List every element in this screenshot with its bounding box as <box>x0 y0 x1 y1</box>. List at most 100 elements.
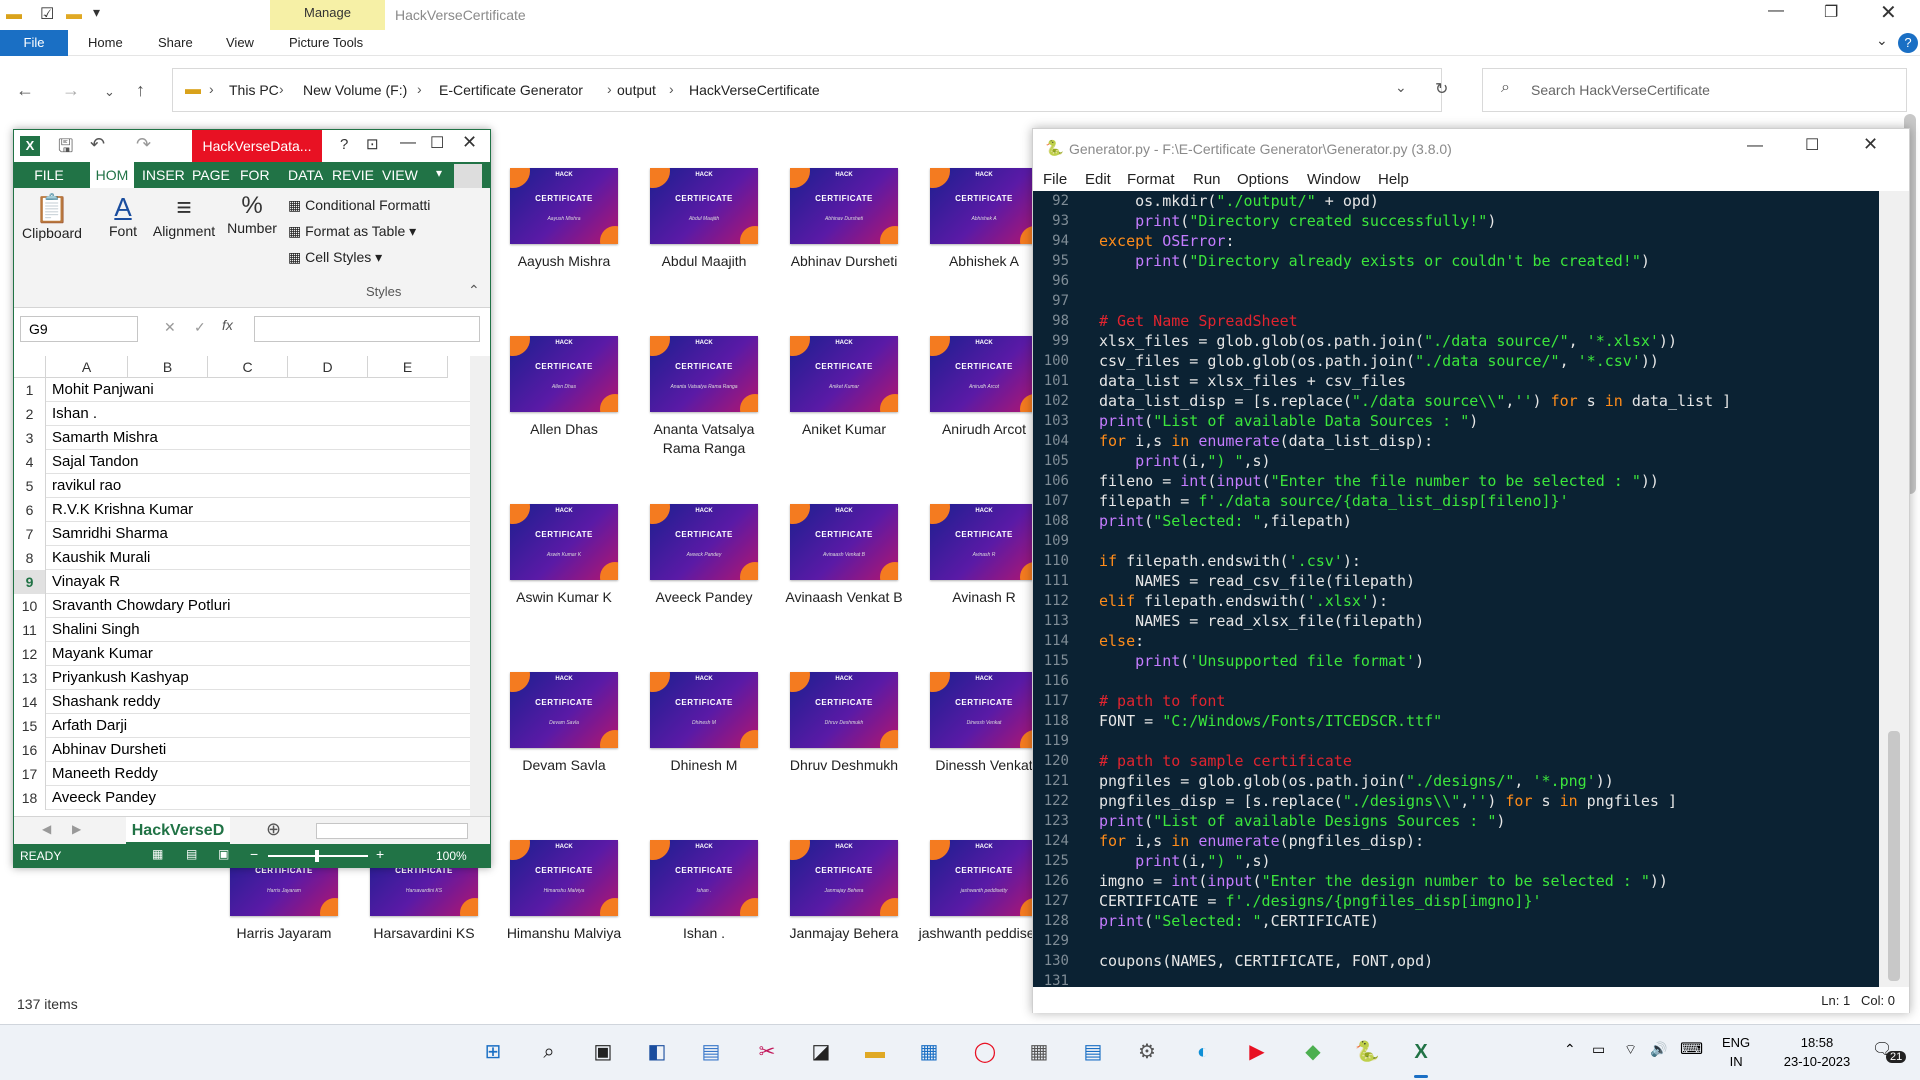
save-icon[interactable]: 🖫 <box>58 134 73 164</box>
scroll-right-icon[interactable]: ▶ <box>72 822 81 836</box>
cell-a[interactable]: Mohit Panjwani <box>52 378 154 402</box>
cell-a[interactable]: Priyankush Kashyap <box>52 666 189 690</box>
formula-input[interactable] <box>254 316 480 342</box>
volume-icon[interactable]: 🔊 <box>1650 1041 1667 1058</box>
file-tile[interactable]: HACK CERTIFICATE Himanshu Malviya Himanshu … <box>494 840 634 943</box>
column-header-b[interactable]: B <box>128 356 208 378</box>
cell-a[interactable]: ravikul rao <box>52 474 121 498</box>
row-number[interactable]: 9 <box>14 570 46 594</box>
tab-page[interactable]: PAGE <box>192 162 230 188</box>
table-row[interactable]: 6 R.V.K Krishna Kumar <box>14 498 470 522</box>
tab-data[interactable]: DATA <box>288 162 323 188</box>
code-scrollbar[interactable] <box>1879 191 1909 987</box>
table-row[interactable]: 17 Maneeth Reddy <box>14 762 470 786</box>
search-icon[interactable]: ⌕ <box>532 1035 566 1069</box>
row-number[interactable]: 8 <box>14 546 46 570</box>
collapse-ribbon-icon[interactable]: ⌃ <box>468 282 480 299</box>
row-number[interactable]: 12 <box>14 642 46 666</box>
store-icon[interactable]: ▦ <box>912 1035 946 1069</box>
row-number[interactable]: 6 <box>14 498 46 522</box>
breadcrumb-current[interactable]: HackVerseCertificate <box>689 82 820 98</box>
maximize-button[interactable]: ☐ <box>430 133 444 153</box>
cell-a[interactable]: Arfath Darji <box>52 714 127 738</box>
wifi-icon[interactable]: ⌔ <box>1624 1041 1637 1059</box>
page-break-icon[interactable]: ▣ <box>218 847 229 861</box>
minimize-button[interactable]: — <box>1768 2 1784 20</box>
vertical-scrollbar[interactable] <box>470 356 490 816</box>
keyboard-icon[interactable]: ⌨ <box>1680 1039 1703 1059</box>
file-tile[interactable]: HACK CERTIFICATE Ananta Vatsalya Rama Rang… <box>634 336 774 458</box>
breadcrumb-volume[interactable]: New Volume (F:) <box>303 82 407 98</box>
refresh-icon[interactable]: ↻ <box>1435 79 1448 99</box>
menu-file[interactable]: File <box>1043 169 1067 191</box>
cell-a[interactable]: Samridhi Sharma <box>52 522 168 546</box>
table-row[interactable]: 15 Arfath Darji <box>14 714 470 738</box>
back-arrow-icon[interactable]: ← <box>16 80 34 101</box>
row-number[interactable]: 7 <box>14 522 46 546</box>
cell-a[interactable]: Abhinav Dursheti <box>52 738 166 762</box>
enter-icon[interactable]: ✓ <box>194 319 206 336</box>
file-tile[interactable]: HACK CERTIFICATE Aniket Kumar Aniket Kumar <box>774 336 914 439</box>
table-row[interactable]: 2 Ishan . <box>14 402 470 426</box>
table-row[interactable]: 11 Shalini Singh <box>14 618 470 642</box>
snipping-tool-icon[interactable]: ✂ <box>750 1035 784 1069</box>
help-icon[interactable]: ? <box>340 136 348 153</box>
photos-icon[interactable]: ▤ <box>694 1035 728 1069</box>
row-number[interactable]: 14 <box>14 690 46 714</box>
row-number[interactable]: 11 <box>14 618 46 642</box>
column-header-c[interactable]: C <box>208 356 288 378</box>
cell-a[interactable]: Mayank Kumar <box>52 642 153 666</box>
address-dropdown-icon[interactable]: ⌄ <box>1395 79 1407 96</box>
table-row[interactable]: 10 Sravanth Chowdary Potluri <box>14 594 470 618</box>
tab-home[interactable]: Home <box>88 30 123 56</box>
menu-edit[interactable]: Edit <box>1085 169 1111 191</box>
maximize-button[interactable]: ☐ <box>1805 135 1819 155</box>
clock[interactable]: 18:58 23-10-2023 <box>1772 1033 1862 1071</box>
scrollbar-thumb[interactable] <box>1888 731 1900 981</box>
sticky-notes-icon[interactable]: ◪ <box>804 1035 838 1069</box>
add-sheet-icon[interactable]: ⊕ <box>266 819 281 840</box>
opera-icon[interactable]: ◯ <box>968 1035 1002 1069</box>
breadcrumb-this-pc[interactable]: This PC <box>229 82 279 98</box>
file-tile[interactable]: HACK CERTIFICATE Aveeck Pandey Aveeck Pande… <box>634 504 774 607</box>
menu-run[interactable]: Run <box>1193 169 1221 191</box>
column-header-d[interactable]: D <box>288 356 368 378</box>
file-explorer-icon[interactable]: ▬ <box>858 1035 892 1069</box>
row-number[interactable]: 5 <box>14 474 46 498</box>
device-icon[interactable]: ▭ <box>1592 1041 1605 1058</box>
table-row[interactable]: 9 Vinayak R <box>14 570 470 594</box>
maximize-button[interactable]: ❐ <box>1824 2 1838 22</box>
tabs-overflow-icon[interactable]: ▾ <box>436 166 442 180</box>
row-number[interactable]: 15 <box>14 714 46 738</box>
tray-overflow-icon[interactable]: ⌃ <box>1564 1041 1576 1058</box>
address-bar[interactable]: ▬ › This PC › New Volume (F:) › E-Certif… <box>172 68 1448 112</box>
number-group[interactable]: % Number <box>222 192 282 236</box>
calculator-icon[interactable]: ▦ <box>1022 1035 1056 1069</box>
cell-a[interactable]: Shashank reddy <box>52 690 160 714</box>
sheet-tab[interactable]: HackVerseD <box>126 817 230 844</box>
search-input[interactable]: ⌕ Search HackVerseCertificate <box>1482 68 1907 112</box>
row-number[interactable]: 4 <box>14 450 46 474</box>
close-button[interactable]: ✕ <box>1863 134 1878 155</box>
tab-picture-tools[interactable]: Picture Tools <box>289 30 363 56</box>
menu-format[interactable]: Format <box>1127 169 1175 191</box>
close-button[interactable]: ✕ <box>462 132 477 153</box>
scroll-left-icon[interactable]: ◀ <box>42 822 51 836</box>
code-editor[interactable]: 92 93 94 95 96 97 98 99 100 101 102 103 104 105 106 107… <box>1033 191 1879 987</box>
youtube-icon[interactable]: ▶ <box>1240 1035 1274 1069</box>
table-row[interactable]: 3 Samarth Mishra <box>14 426 470 450</box>
horizontal-scrollbar[interactable] <box>316 823 468 839</box>
qat-dropdown-icon[interactable]: ▾ <box>93 4 100 21</box>
tab-review[interactable]: REVIE <box>332 162 374 188</box>
file-tile[interactable]: HACK CERTIFICATE Dhruv Deshmukh Dhruv Deshm… <box>774 672 914 775</box>
conditional-formatting-button[interactable]: ▦ Conditional Formatti <box>288 192 430 218</box>
format-as-table-button[interactable]: ▦ Format as Table ▾ <box>288 218 430 244</box>
account-avatar[interactable] <box>454 164 482 188</box>
file-tile[interactable]: HACK CERTIFICATE Dhinesh M Dhinesh M <box>634 672 774 775</box>
python-icon[interactable]: 🐍 <box>1350 1035 1384 1069</box>
code-text[interactable]: os.mkdir("./output/" + opd) print("Direc… <box>1099 191 1731 987</box>
redo-icon[interactable]: ↷ <box>136 134 151 155</box>
tab-view[interactable]: VIEW <box>382 162 418 188</box>
ribbon-collapse-icon[interactable]: ⌄ <box>1876 32 1888 49</box>
menu-help[interactable]: Help <box>1378 169 1409 191</box>
